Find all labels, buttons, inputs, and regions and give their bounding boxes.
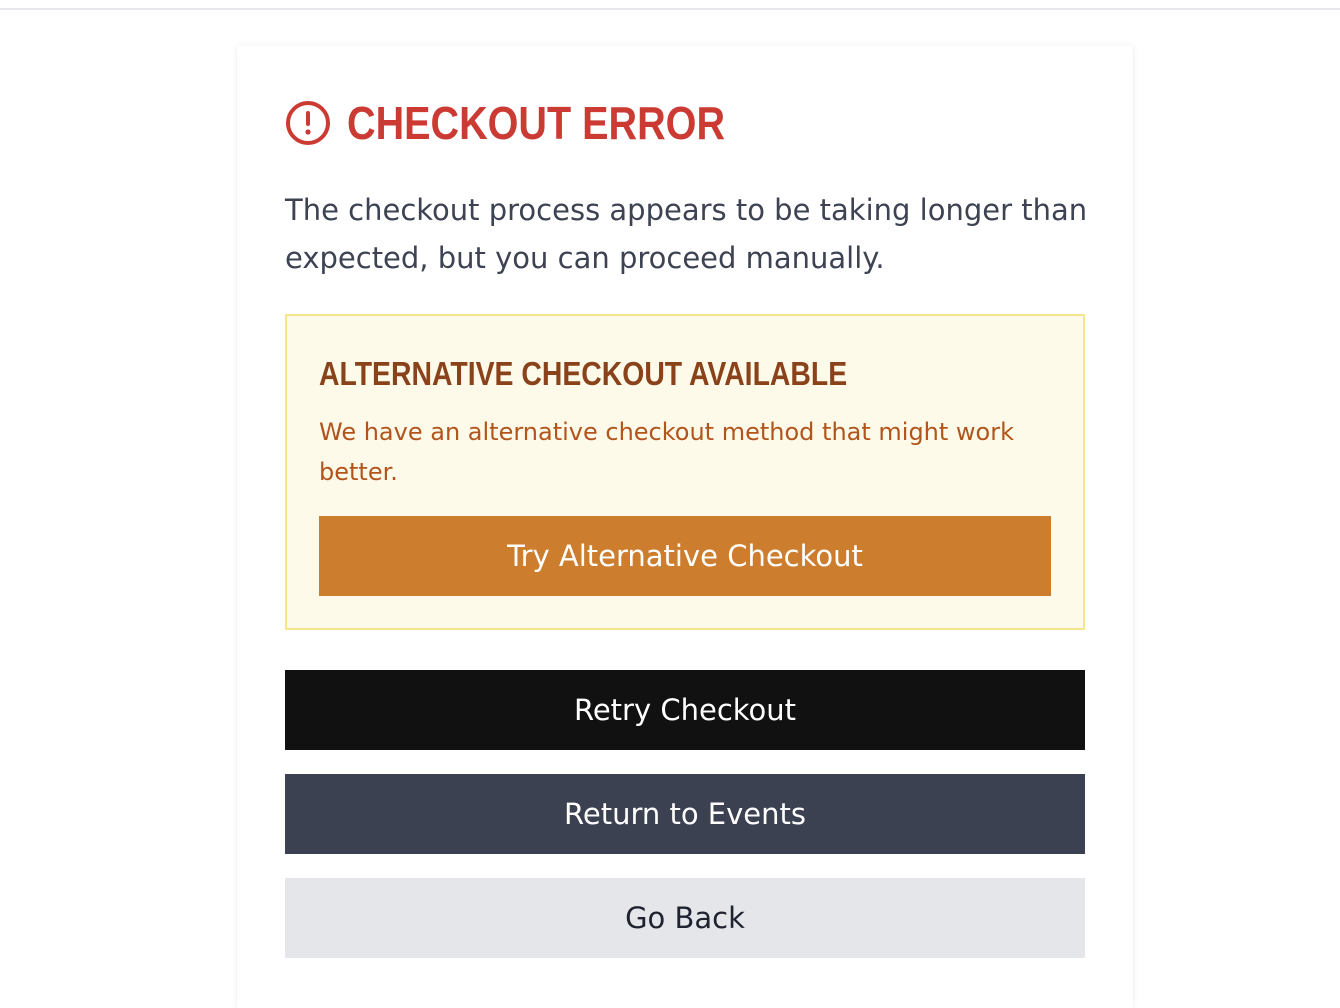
checkout-error-card: CHECKOUT ERROR The checkout process appe… [237,46,1133,1008]
try-alternative-checkout-button[interactable]: Try Alternative Checkout [319,516,1051,596]
title-row: CHECKOUT ERROR [285,98,787,148]
page-title: CHECKOUT ERROR [347,97,726,149]
alternative-checkout-message: We have an alternative checkout method t… [319,418,1015,486]
alert-circle-icon [285,100,331,146]
go-back-button[interactable]: Go Back [285,878,1085,958]
alternative-checkout-panel: ALTERNATIVE CHECKOUT AVAILABLE We have a… [285,314,1085,630]
retry-checkout-button[interactable]: Retry Checkout [285,670,1085,750]
error-message: The checkout process appears to be takin… [285,193,1088,275]
return-to-events-button[interactable]: Return to Events [285,774,1085,854]
top-divider [0,0,1340,10]
alternative-checkout-title: ALTERNATIVE CHECKOUT AVAILABLE [319,355,848,392]
